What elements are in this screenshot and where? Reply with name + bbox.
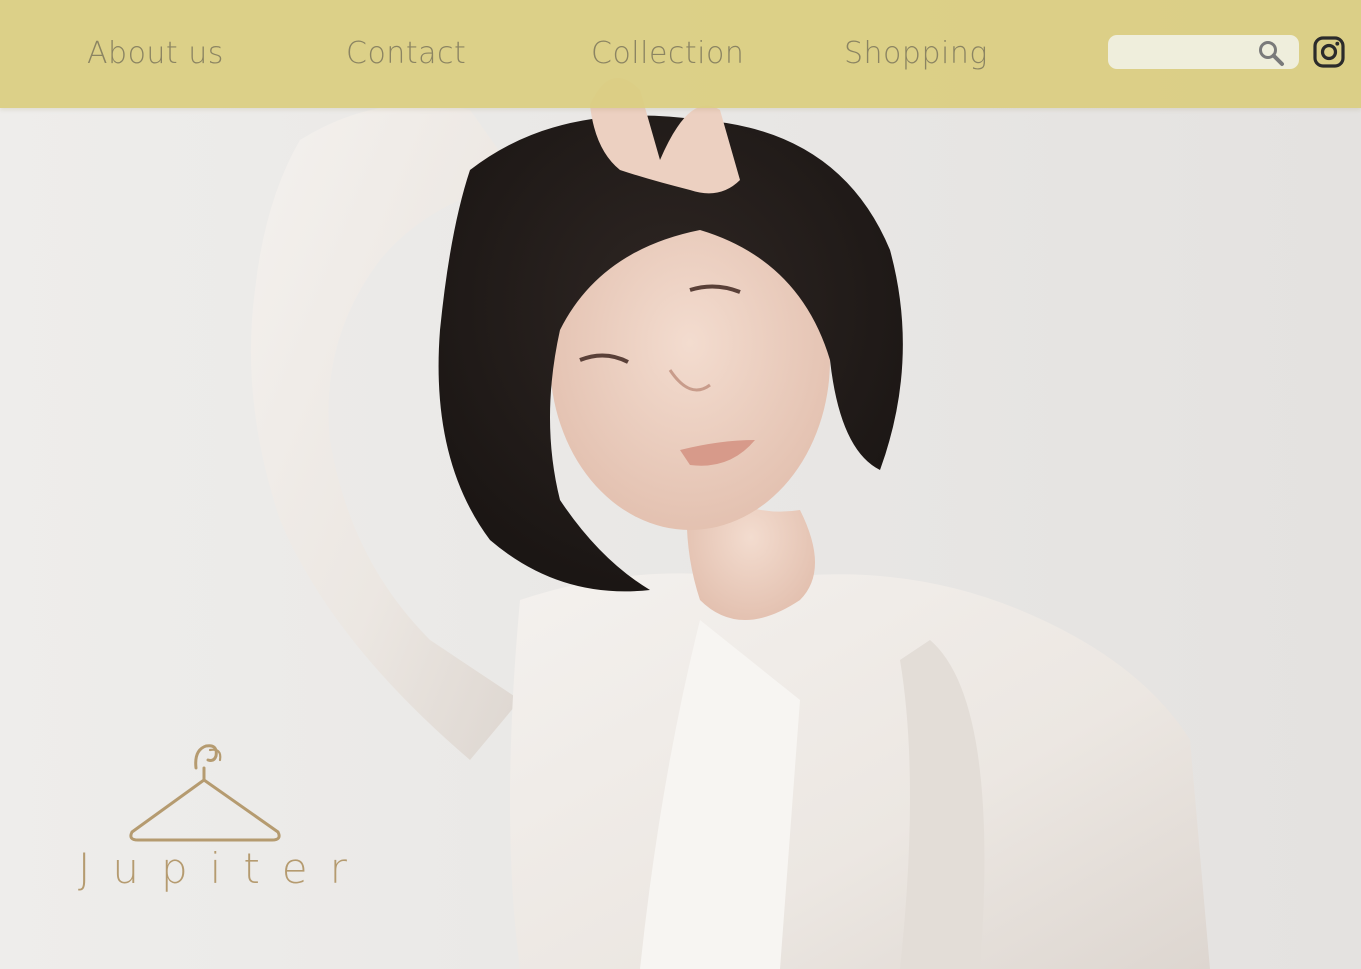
page: About us Contact Collection Shopping Jup… — [0, 0, 1361, 969]
nav-link-about-us[interactable]: About us — [87, 36, 224, 71]
search-input[interactable] — [1118, 39, 1252, 67]
nav-link-shopping[interactable]: Shopping — [844, 36, 988, 71]
nav-link-collection[interactable]: Collection — [591, 36, 744, 71]
brand-name: Jupiter — [78, 844, 369, 893]
search-icon[interactable] — [1257, 39, 1285, 67]
top-navigation-bar: About us Contact Collection Shopping — [0, 0, 1361, 108]
clothes-hanger-graphic — [129, 744, 281, 842]
instagram-icon-graphic — [1313, 36, 1345, 68]
instagram-icon[interactable] — [1312, 35, 1346, 69]
brand-logo[interactable]: Jupiter — [70, 728, 370, 908]
search-icon-graphic — [1259, 41, 1284, 66]
clothes-hanger-icon — [124, 728, 286, 852]
nav-link-contact[interactable]: Contact — [346, 36, 466, 71]
